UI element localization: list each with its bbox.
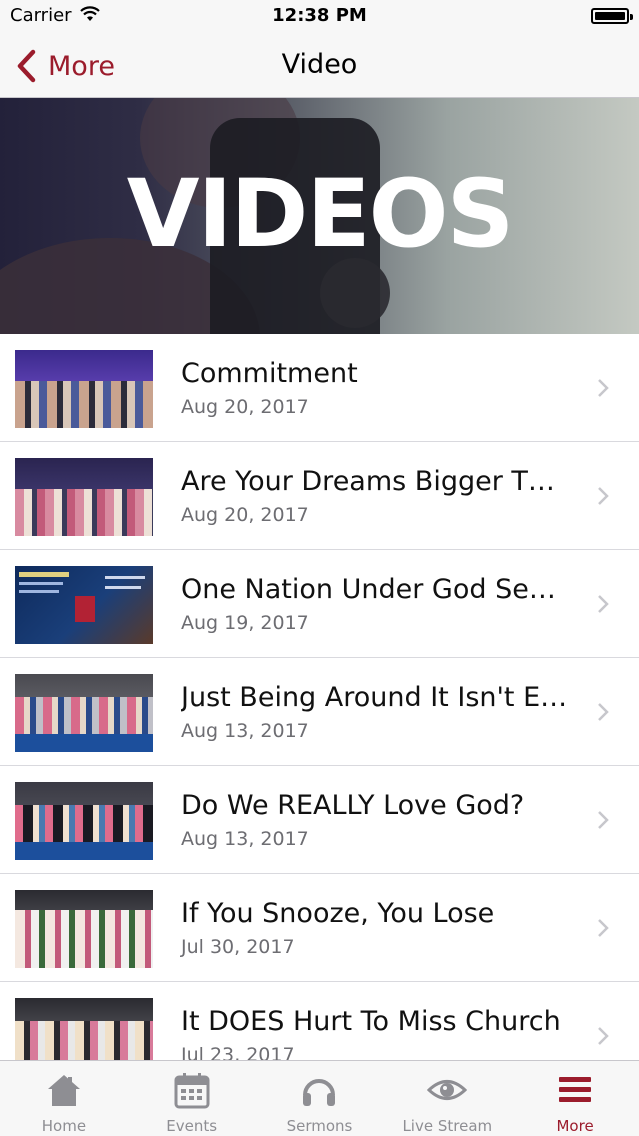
video-thumbnail <box>15 782 153 860</box>
tab-label: Sermons <box>286 1117 353 1135</box>
video-date: Jul 23, 2017 <box>181 1044 295 1060</box>
thumbnail-caption <box>15 842 153 860</box>
headphones-icon <box>303 1079 336 1106</box>
chevron-right-icon <box>598 1027 609 1045</box>
video-row[interactable]: Do We REALLY Love God? Aug 13, 2017 <box>0 766 639 874</box>
video-title: One Nation Under God Se… <box>181 574 556 605</box>
chevron-right-icon <box>598 703 609 721</box>
tab-events[interactable]: Events <box>128 1061 256 1136</box>
hero-banner: VIDEOS <box>0 98 639 334</box>
tab-label: More <box>556 1117 594 1135</box>
clock: 12:38 PM <box>272 5 367 26</box>
video-date: Aug 13, 2017 <box>181 720 309 742</box>
video-thumbnail <box>15 998 153 1060</box>
chevron-right-icon <box>598 919 609 937</box>
tab-bar: Home Events Sermons Live Stream More <box>0 1060 639 1136</box>
video-title: If You Snooze, You Lose <box>181 898 495 929</box>
video-title: Commitment <box>181 358 358 389</box>
home-icon <box>47 1075 80 1106</box>
status-bar: Carrier 12:38 PM <box>0 0 639 34</box>
tab-label: Home <box>41 1117 87 1135</box>
chevron-right-icon <box>598 595 609 613</box>
tab-label: Live Stream <box>402 1117 493 1135</box>
battery-icon <box>591 8 633 24</box>
chevron-right-icon <box>598 811 609 829</box>
tab-label: Events <box>166 1117 218 1135</box>
video-date: Aug 19, 2017 <box>181 612 309 634</box>
tab-live-stream[interactable]: Live Stream <box>383 1061 511 1136</box>
video-row[interactable]: Just Being Around It Isn't E… Aug 13, 20… <box>0 658 639 766</box>
video-date: Aug 20, 2017 <box>181 396 309 418</box>
video-thumbnail <box>15 458 153 536</box>
video-thumbnail <box>15 674 153 752</box>
video-date: Jul 30, 2017 <box>181 936 295 958</box>
video-title: It DOES Hurt To Miss Church <box>181 1006 561 1037</box>
menu-icon <box>559 1077 592 1102</box>
video-row[interactable]: Are Your Dreams Bigger Th… Aug 20, 2017 <box>0 442 639 550</box>
video-row[interactable]: If You Snooze, You Lose Jul 30, 2017 <box>0 874 639 982</box>
tab-sermons[interactable]: Sermons <box>256 1061 384 1136</box>
tab-home[interactable]: Home <box>0 1061 128 1136</box>
chevron-right-icon <box>598 487 609 505</box>
video-thumbnail <box>15 566 153 644</box>
video-row[interactable]: Commitment Aug 20, 2017 <box>0 334 639 442</box>
video-title: Just Being Around It Isn't E… <box>181 682 568 713</box>
video-thumbnail <box>15 350 153 428</box>
navigation-bar: More Video <box>0 34 639 98</box>
page-title: Video <box>281 49 358 80</box>
eye-icon <box>427 1080 468 1100</box>
video-row[interactable]: It DOES Hurt To Miss Church Jul 23, 2017 <box>0 982 639 1060</box>
chevron-right-icon <box>598 379 609 397</box>
calendar-icon <box>174 1073 210 1109</box>
video-row[interactable]: One Nation Under God Se… Aug 19, 2017 <box>0 550 639 658</box>
video-date: Aug 20, 2017 <box>181 504 309 526</box>
thumbnail-caption <box>15 734 153 752</box>
hero-title: VIDEOS <box>126 160 515 269</box>
video-date: Aug 13, 2017 <box>181 828 309 850</box>
video-thumbnail <box>15 890 153 968</box>
video-title: Are Your Dreams Bigger Th… <box>181 466 571 497</box>
video-list: Commitment Aug 20, 2017 Are Your Dreams … <box>0 334 639 1060</box>
video-title: Do We REALLY Love God? <box>181 790 525 821</box>
tab-more[interactable]: More <box>511 1061 639 1136</box>
